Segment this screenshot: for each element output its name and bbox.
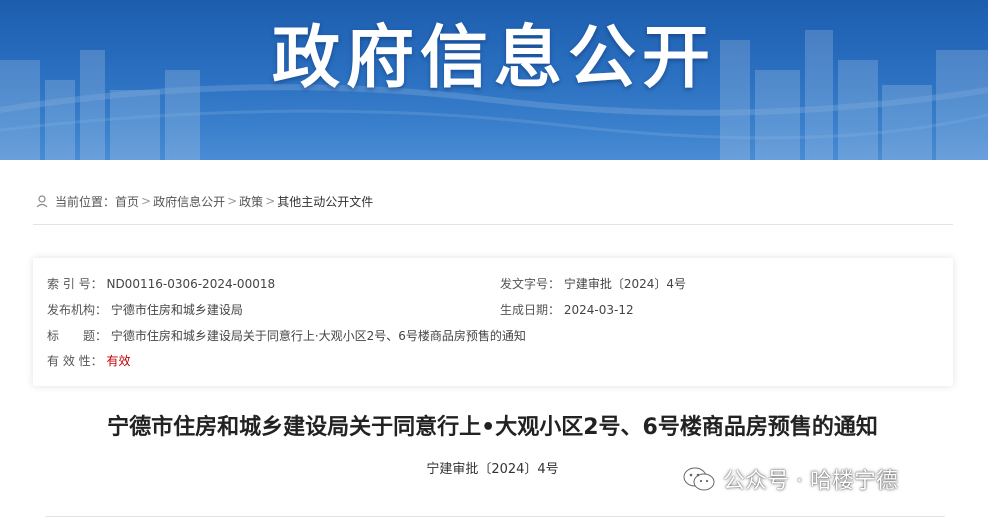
banner-title: 政府信息公开 xyxy=(271,19,716,98)
document-title: 宁德市住房和城乡建设局关于同意行上•大观小区2号、6号楼商品房预售的通知 xyxy=(107,415,878,440)
watermark-text: 公众号 · 哈楼宁德 xyxy=(723,469,898,494)
date-label: 生成日期： xyxy=(500,303,561,317)
breadcrumb-separator: > xyxy=(141,194,152,208)
wechat-icon xyxy=(683,467,715,491)
title-label: 标 题： xyxy=(47,329,108,343)
index-label: 索 引 号： xyxy=(47,277,103,291)
breadcrumb-home[interactable]: 首页 xyxy=(115,193,139,210)
validity-value: 有效 xyxy=(106,354,131,368)
watermark: 公众号 · 哈楼宁德 xyxy=(683,462,898,496)
doc-no-value: 宁建审批〔2024〕4号 xyxy=(563,277,687,291)
doc-no-row: 发文字号： 宁建审批〔2024〕4号 xyxy=(500,275,686,292)
date-value: 2024-03-12 xyxy=(563,303,634,317)
breadcrumb-separator: > xyxy=(227,194,238,208)
breadcrumb: 当前位置： 首页 > 政府信息公开 > 政策 > 其他主动公开文件 xyxy=(35,193,373,209)
divider xyxy=(33,224,953,225)
publisher-value: 宁德市住房和城乡建设局 xyxy=(110,303,243,317)
breadcrumb-prefix: 当前位置： xyxy=(55,194,116,209)
breadcrumb-policy[interactable]: 政策 xyxy=(239,193,263,210)
breadcrumb-current[interactable]: 其他主动公开文件 xyxy=(277,193,373,210)
doc-no-label: 发文字号： xyxy=(500,277,561,291)
date-row: 生成日期： 2024-03-12 xyxy=(500,301,634,318)
breadcrumb-separator: > xyxy=(265,194,276,208)
breadcrumb-gov-info[interactable]: 政府信息公开 xyxy=(153,193,225,210)
index-value: ND00116-0306-2024-00018 xyxy=(106,277,276,291)
publisher-row: 发布机构： 宁德市住房和城乡建设局 xyxy=(47,301,243,318)
validity-row: 有 效 性： 有效 xyxy=(47,352,130,369)
location-icon xyxy=(36,195,48,208)
divider xyxy=(45,516,945,517)
validity-label: 有 效 性： xyxy=(47,354,103,368)
info-card: 索 引 号： ND00116-0306-2024-00018 发文字号： 宁建审… xyxy=(33,258,953,386)
publisher-label: 发布机构： xyxy=(47,303,108,317)
header-banner: 政府信息公开 xyxy=(0,0,988,160)
title-row: 标 题： 宁德市住房和城乡建设局关于同意行上·大观小区2号、6号楼商品房预售的通… xyxy=(47,327,526,344)
title-value: 宁德市住房和城乡建设局关于同意行上·大观小区2号、6号楼商品房预售的通知 xyxy=(110,329,526,343)
index-row: 索 引 号： ND00116-0306-2024-00018 xyxy=(47,275,275,292)
